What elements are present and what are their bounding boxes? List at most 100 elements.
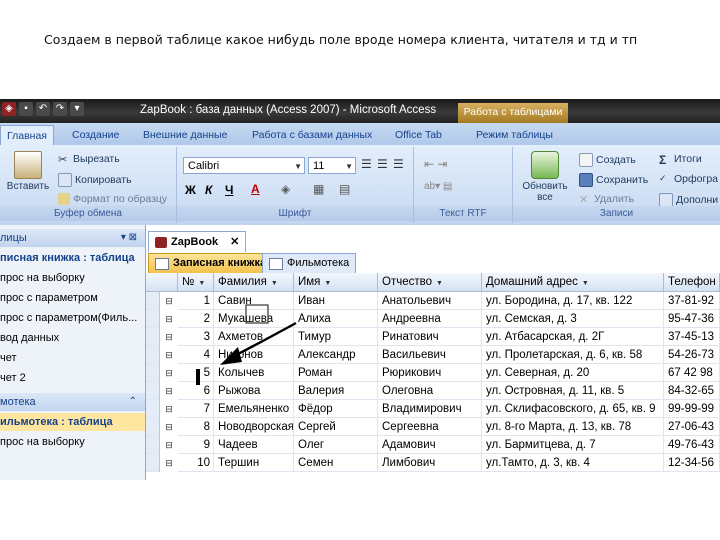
column-header-number[interactable]: № ▼: [178, 273, 214, 292]
cell-patronymic[interactable]: Андреевна: [378, 310, 482, 328]
align-left-icon[interactable]: ☰: [361, 157, 372, 171]
cell-address[interactable]: ул. Атбасарская, д. 2Г: [482, 328, 664, 346]
cell-phone[interactable]: 95-47-36: [664, 310, 720, 328]
cell-surname[interactable]: Емельяненко: [214, 400, 294, 418]
object-tab-filmoteka[interactable]: Фильмотека: [262, 253, 357, 273]
copy-button[interactable]: Копировать: [58, 173, 132, 187]
cell-phone[interactable]: 67 42 98: [664, 364, 720, 382]
refresh-all-button[interactable]: Обновить все: [515, 151, 575, 203]
expand-icon[interactable]: ⊟: [162, 382, 176, 400]
cell-patronymic[interactable]: Олеговна: [378, 382, 482, 400]
column-header-name[interactable]: Имя ▼: [294, 273, 378, 292]
cell-number[interactable]: 1: [178, 292, 214, 310]
table-row[interactable]: ⊟ 3 Ахметов Тимур Ринатович ул. Атбасарская, …: [146, 328, 720, 346]
cell-surname[interactable]: Мукашева: [214, 310, 294, 328]
cell-patronymic[interactable]: Сергеевна: [378, 418, 482, 436]
cell-phone[interactable]: 84-32-65: [664, 382, 720, 400]
table-row[interactable]: ⊟ 6 Рыжова Валерия Олеговна ул. Островная, д.…: [146, 382, 720, 400]
row-selector[interactable]: [146, 364, 160, 382]
cell-patronymic[interactable]: Рюрикович: [378, 364, 482, 382]
tab-office-tab[interactable]: Office Tab: [395, 127, 442, 145]
spelling-button[interactable]: ✓ Орфогра: [659, 173, 718, 185]
cell-patronymic[interactable]: Васильевич: [378, 346, 482, 364]
column-header-surname[interactable]: Фамилия ▼: [214, 273, 294, 292]
fill-color-icon[interactable]: ◈: [281, 182, 290, 196]
cell-surname[interactable]: Тершин: [214, 454, 294, 472]
table-row[interactable]: ⊟ 5 Колычев Роман Рюрикович ул. Северная, д. …: [146, 364, 720, 382]
nav-item[interactable]: прос на выборку: [0, 433, 145, 451]
underline-icon[interactable]: Ч: [225, 183, 233, 197]
chevron-down-icon[interactable]: ▼: [271, 280, 278, 287]
cell-name[interactable]: Сергей: [294, 418, 378, 436]
nav-item[interactable]: прос на выборку: [0, 269, 145, 287]
cell-address[interactable]: ул.Тамто, д. 3, кв. 4: [482, 454, 664, 472]
cell-address[interactable]: ул. Бармитцева, д. 7: [482, 436, 664, 454]
cell-surname[interactable]: Рыжова: [214, 382, 294, 400]
cell-phone[interactable]: 54-26-73: [664, 346, 720, 364]
paste-button[interactable]: Вставить: [2, 151, 54, 192]
chevron-down-icon[interactable]: ▼: [198, 280, 205, 287]
chevron-up-icon[interactable]: ⌃: [129, 393, 137, 411]
cell-number[interactable]: 5: [178, 364, 214, 382]
cell-patronymic[interactable]: Адамович: [378, 436, 482, 454]
font-name-select[interactable]: Calibri ▼: [183, 157, 305, 174]
undo-icon[interactable]: ↶: [36, 102, 50, 116]
object-tab-address-book[interactable]: Записная книжка: [148, 253, 274, 273]
format-painter-button[interactable]: Формат по образцу: [58, 193, 167, 205]
customize-qat-icon[interactable]: ▾: [70, 102, 84, 116]
table-row[interactable]: ⊟ 4 Никонов Александр Васильевич ул. Пролетар…: [146, 346, 720, 364]
font-color-icon[interactable]: A: [251, 182, 260, 196]
cell-address[interactable]: ул. 8-го Марта, д. 13, кв. 78: [482, 418, 664, 436]
doc-tab-zapbook[interactable]: ZapBook ✕: [148, 231, 247, 252]
cell-name[interactable]: Фёдор: [294, 400, 378, 418]
cell-phone[interactable]: 99-99-99: [664, 400, 720, 418]
row-selector[interactable]: [146, 436, 160, 454]
italic-icon[interactable]: К: [205, 183, 212, 197]
more-button[interactable]: Дополни: [659, 193, 718, 207]
cell-name[interactable]: Александр: [294, 346, 378, 364]
expand-icon[interactable]: ⊟: [162, 418, 176, 436]
cell-name[interactable]: Тимур: [294, 328, 378, 346]
cell-address[interactable]: ул. Северная, д. 20: [482, 364, 664, 382]
nav-item-selected[interactable]: ильмотека : таблица: [0, 413, 145, 431]
nav-group-header-1[interactable]: лицы ▾ ⊠: [0, 229, 145, 247]
cell-phone[interactable]: 37-81-92: [664, 292, 720, 310]
tab-create[interactable]: Создание: [72, 127, 119, 145]
expand-icon[interactable]: ⊟: [162, 292, 176, 310]
row-selector[interactable]: [146, 382, 160, 400]
cell-phone[interactable]: 12-34-56: [664, 454, 720, 472]
row-selector[interactable]: [146, 346, 160, 364]
table-row[interactable]: ⊟ 8 Новодворская Сергей Сергеевна ул. 8-го Ма…: [146, 418, 720, 436]
row-selector[interactable]: [146, 310, 160, 328]
totals-button[interactable]: Σ Итоги: [659, 153, 702, 167]
chevron-down-icon[interactable]: ▼: [582, 280, 589, 287]
table-row[interactable]: ⊟ 9 Чадеев Олег Адамович ул. Бармитцева, д. 7…: [146, 436, 720, 454]
cell-address[interactable]: ул. Бородина, д. 17, кв. 122: [482, 292, 664, 310]
nav-item[interactable]: писная книжка : таблица: [0, 249, 145, 267]
table-row[interactable]: ⊟ 10 Тершин Семен Лимбович ул.Тамто, д. 3, кв…: [146, 454, 720, 472]
column-header-phone[interactable]: Телефон: [664, 273, 720, 292]
chevron-down-icon[interactable]: ▼: [436, 280, 443, 287]
bold-icon[interactable]: Ж: [185, 183, 196, 197]
cell-number[interactable]: 2: [178, 310, 214, 328]
tab-datasheet[interactable]: Режим таблицы: [476, 127, 553, 145]
cut-button[interactable]: ✂ Вырезать: [58, 153, 120, 166]
chevron-down-icon[interactable]: ▼: [324, 280, 331, 287]
indent-icon[interactable]: ⇤ ⇥: [424, 157, 447, 171]
cell-name[interactable]: Алиха: [294, 310, 378, 328]
expand-icon[interactable]: ⊟: [162, 454, 176, 472]
save-icon[interactable]: ▪: [19, 102, 33, 116]
cell-patronymic[interactable]: Анатольевич: [378, 292, 482, 310]
cell-name[interactable]: Олег: [294, 436, 378, 454]
cell-number[interactable]: 3: [178, 328, 214, 346]
redo-icon[interactable]: ↷: [53, 102, 67, 116]
cell-address[interactable]: ул. Островная, д. 11, кв. 5: [482, 382, 664, 400]
cell-number[interactable]: 10: [178, 454, 214, 472]
table-row[interactable]: ⊟ 1 Савин Иван Анатольевич ул. Бородина, д. 1…: [146, 292, 720, 310]
align-right-icon[interactable]: ☰: [393, 157, 404, 171]
column-header-address[interactable]: Домашний адрес ▼: [482, 273, 664, 292]
cell-number[interactable]: 9: [178, 436, 214, 454]
office-button-icon[interactable]: ◈: [2, 102, 16, 116]
tab-external-data[interactable]: Внешние данные: [143, 127, 227, 145]
cell-number[interactable]: 6: [178, 382, 214, 400]
